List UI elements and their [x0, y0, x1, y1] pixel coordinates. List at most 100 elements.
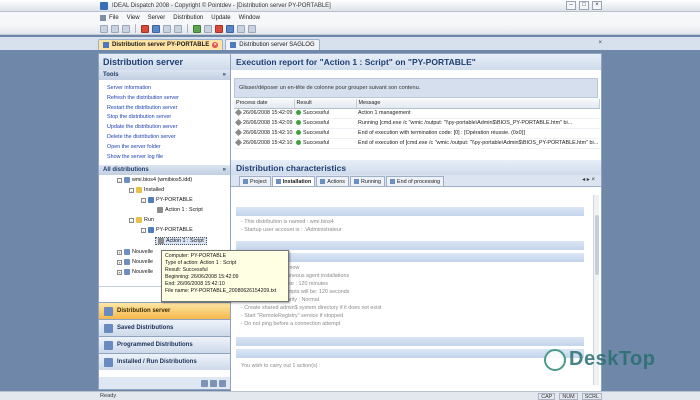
- tab-label: Distribution server PY-PORTABLE: [112, 42, 210, 48]
- close-document-icon[interactable]: ×: [598, 40, 602, 46]
- nav-programmed-distributions[interactable]: Programmed Distributions: [99, 336, 230, 353]
- tree-node-pc[interactable]: - PY-PORTABLE: [141, 227, 193, 234]
- tool-update-server[interactable]: Update the distribution server: [107, 123, 230, 133]
- tab-actions[interactable]: Actions: [316, 176, 349, 186]
- tool-delete-server[interactable]: Delete the distribution server: [107, 133, 230, 143]
- tab-running[interactable]: Running: [349, 176, 386, 186]
- collapse-node-icon[interactable]: -: [117, 177, 122, 183]
- tree-node-nouvelle[interactable]: + Nouvelle: [117, 249, 153, 256]
- tab-scroll-arrows-icon[interactable]: ◂ ▸ ×: [582, 176, 595, 183]
- close-tab-icon[interactable]: ×: [212, 42, 219, 48]
- collapse-icon[interactable]: »: [223, 167, 226, 173]
- network-icon[interactable]: [226, 24, 234, 33]
- gear-icon[interactable]: [219, 379, 226, 387]
- column-header-message[interactable]: Message: [356, 99, 600, 109]
- folder-icon: [136, 187, 142, 194]
- tab-installation[interactable]: Installation: [271, 176, 316, 186]
- menu-file[interactable]: File: [109, 15, 119, 21]
- collapse-icon[interactable]: »: [223, 72, 226, 78]
- tab-server-py-portable[interactable]: Distribution server PY-PORTABLE ×: [98, 39, 224, 50]
- screen-icon[interactable]: [201, 379, 208, 387]
- help-icon[interactable]: [248, 24, 256, 33]
- column-header-process-date[interactable]: Process date: [234, 99, 295, 109]
- server-icon[interactable]: [152, 24, 160, 33]
- tool-refresh-server[interactable]: Refresh the distribution server: [107, 94, 230, 104]
- menu-window[interactable]: Window: [239, 15, 260, 21]
- expand-node-icon[interactable]: +: [117, 259, 122, 265]
- tree-node-label: wmi.bios4 (wmibios5.idd): [132, 177, 193, 184]
- collapse-node-icon[interactable]: -: [141, 227, 146, 233]
- computer-icon: [148, 197, 154, 204]
- collapse-node-icon[interactable]: -: [141, 197, 146, 203]
- cell-result: Successful: [294, 108, 356, 119]
- menu-distribution[interactable]: Distribution: [173, 15, 203, 21]
- tab-server-saglog[interactable]: Distribution server SAGLOG: [225, 39, 320, 50]
- tab-project[interactable]: Project: [239, 176, 271, 186]
- group-by-hint[interactable]: Glisser/déposer un en-tête de colonne po…: [234, 78, 598, 98]
- settings-icon[interactable]: [174, 24, 182, 33]
- tree-node-action[interactable]: Action 1 : Script: [157, 207, 203, 214]
- menu-server[interactable]: Server: [148, 15, 166, 21]
- refresh-icon[interactable]: [163, 24, 171, 33]
- scrollbar-thumb[interactable]: [595, 215, 599, 275]
- menu-bar: File View Server Distribution Update Win…: [0, 12, 700, 23]
- script-icon: [157, 207, 163, 214]
- caps-lock-indicator: CAP: [538, 393, 556, 400]
- menu-view[interactable]: View: [127, 15, 140, 21]
- collapse-node-icon[interactable]: -: [129, 187, 134, 193]
- expand-node-icon[interactable]: +: [117, 249, 122, 255]
- table-row[interactable]: 26/06/2008 15:42:09 Successful Running […: [234, 118, 600, 129]
- folder-icon: [136, 217, 142, 224]
- tool-open-folder[interactable]: Open the server folder: [107, 143, 230, 153]
- tree-node-nouvelle[interactable]: + Nouvelle: [117, 269, 153, 276]
- tree-node-nouvelle[interactable]: + Nouvelle: [117, 259, 153, 266]
- delete-icon[interactable]: [215, 24, 223, 33]
- tree-node-root[interactable]: - wmi.bios4 (wmibios5.idd): [117, 177, 193, 184]
- stop-icon[interactable]: [141, 24, 149, 33]
- nav-saved-distributions[interactable]: Saved Distributions: [99, 319, 230, 336]
- menu-update[interactable]: Update: [211, 15, 230, 21]
- all-distributions-header[interactable]: All distributions »: [99, 165, 230, 176]
- nav-label: Installed / Run Distributions: [117, 359, 197, 365]
- run-icon[interactable]: [193, 24, 201, 33]
- close-icon[interactable]: ×: [592, 1, 602, 10]
- maximize-icon[interactable]: □: [579, 1, 589, 10]
- navigation-buttons: Distribution server Saved Distributions …: [99, 302, 230, 370]
- table-row[interactable]: 26/06/2008 15:42:10 Successful End of ex…: [234, 138, 600, 149]
- package-icon: [124, 259, 130, 266]
- tool-server-information[interactable]: Server information: [107, 84, 230, 94]
- save-icon[interactable]: [122, 24, 130, 33]
- nav-distribution-server[interactable]: Distribution server: [99, 302, 230, 319]
- tree-node-pc[interactable]: - PY-PORTABLE: [141, 197, 193, 204]
- table-row[interactable]: 26/06/2008 15:42:09 Successful Action 1 …: [234, 108, 600, 119]
- cell-result: Successful: [294, 128, 356, 139]
- tree-node-run[interactable]: - Run: [129, 217, 154, 224]
- folder-icon[interactable]: [210, 379, 217, 387]
- app-icon: [100, 1, 108, 10]
- document-menu-icon[interactable]: [100, 14, 106, 21]
- tree-node-action-selected[interactable]: Action 1 : Script: [155, 237, 207, 246]
- tools-section-header[interactable]: Tools »: [99, 70, 230, 80]
- tab-end-of-processing[interactable]: End of processing: [386, 176, 445, 186]
- cell-date: 26/06/2008 15:42:09: [234, 118, 294, 129]
- tab-label: Distribution server SAGLOG: [239, 42, 315, 48]
- collapse-node-icon[interactable]: -: [129, 217, 134, 223]
- cell-text: Successful: [303, 120, 330, 126]
- minimize-icon[interactable]: –: [566, 1, 576, 10]
- nav-installed-run-distributions[interactable]: Installed / Run Distributions: [99, 353, 230, 370]
- tooltip-end: End: 26/06/2008 15:42:10: [165, 281, 225, 287]
- tree-node-installed[interactable]: - Installed: [129, 187, 164, 194]
- expand-node-icon[interactable]: +: [117, 269, 122, 275]
- cell-text: 26/06/2008 15:42:10: [243, 140, 293, 146]
- tool-show-log[interactable]: Show the server log file: [107, 153, 230, 163]
- table-row[interactable]: 26/06/2008 15:42:10 Successful End of ex…: [234, 128, 600, 139]
- tool-stop-server[interactable]: Stop the distribution server: [107, 113, 230, 123]
- log-icon[interactable]: [237, 24, 245, 33]
- new-icon[interactable]: [100, 24, 108, 33]
- characteristics-tabs: Project Installation Actions Running End…: [231, 175, 601, 186]
- tooltip-file-name: File name: PY-PORTABLE_20080626154209.tx…: [165, 288, 277, 294]
- open-icon[interactable]: [111, 24, 119, 33]
- column-header-result[interactable]: Result: [294, 99, 357, 109]
- tool-restart-server[interactable]: Restart the distribution server: [107, 104, 230, 114]
- calendar-icon[interactable]: [204, 24, 212, 33]
